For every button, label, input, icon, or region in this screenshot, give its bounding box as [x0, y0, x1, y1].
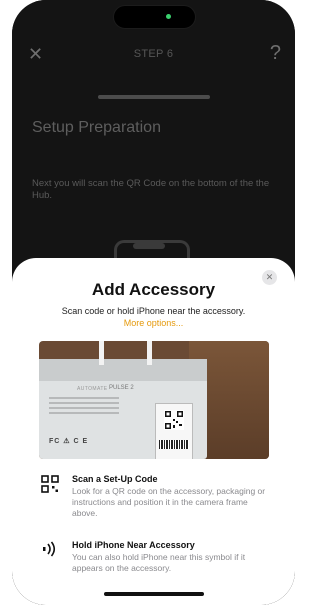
barcode-image: [159, 440, 189, 449]
hub-model-label: PULSE 2: [109, 385, 134, 391]
sheet-subtitle: Scan code or hold iPhone near the access…: [61, 306, 246, 316]
nfc-icon: [43, 541, 56, 557]
cable-right: [147, 341, 152, 365]
sheet-title: Add Accessory: [91, 280, 216, 299]
scan-code-title: Scan a Set-Up Code: [72, 474, 158, 484]
setup-description: Next you will scan the QR Code on the bo…: [32, 178, 270, 201]
dynamic-island: [113, 5, 196, 29]
phone-frame: ✕ STEP 6 ? Setup Preparation Next you wi…: [12, 0, 295, 605]
camera-viewfinder: AUTOMATE PULSE 2 FC ⚠ C E: [39, 341, 269, 459]
hub-device-image: AUTOMATE PULSE 2 FC ⚠ C E: [39, 359, 207, 459]
hold-iphone-description: You can also hold iPhone near this symbo…: [72, 552, 246, 573]
cable-left: [99, 341, 104, 365]
qr-code-icon: [41, 475, 59, 493]
hub-brand-label: AUTOMATE: [77, 386, 108, 392]
help-button[interactable]: ?: [270, 42, 281, 65]
setup-title: Setup Preparation: [32, 119, 161, 136]
hold-iphone-title: Hold iPhone Near Accessory: [72, 540, 195, 550]
progress-bar: [98, 95, 210, 99]
hub-cert-marks: FC ⚠ C E: [49, 438, 89, 445]
more-options-link[interactable]: More options...: [12, 318, 295, 328]
hub-top-edge: [39, 359, 207, 381]
add-accessory-sheet: ✕ Add Accessory Scan code or hold iPhone…: [12, 258, 295, 605]
scan-code-description: Look for a QR code on the accessory, pac…: [72, 486, 266, 518]
phone-illustration-notch: [133, 243, 165, 249]
camera-indicator-dot: [166, 14, 171, 19]
step-label: STEP 6: [133, 48, 174, 60]
qr-code-image: [164, 410, 184, 430]
home-indicator[interactable]: [104, 592, 204, 596]
hub-spec-lines: [49, 397, 119, 427]
hub-setup-label: [155, 403, 193, 459]
